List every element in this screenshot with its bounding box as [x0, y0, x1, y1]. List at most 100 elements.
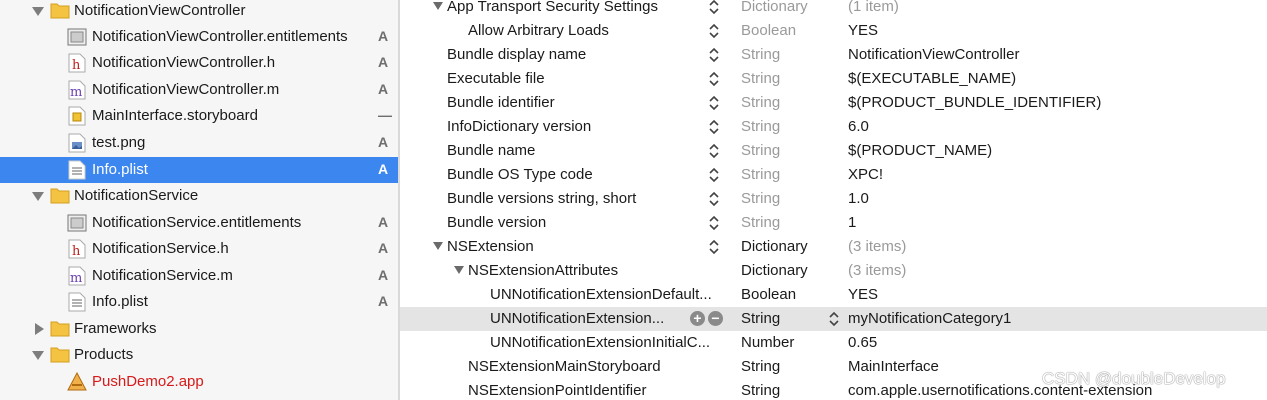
plist-row[interactable]: Bundle identifier String $(PRODUCT_BUNDL… [400, 91, 1267, 115]
nav-item-file[interactable]: Info.plist A [0, 289, 398, 315]
svg-text:h: h [72, 244, 81, 259]
remove-row-button[interactable]: − [708, 311, 723, 326]
key-stepper-icon[interactable] [707, 238, 721, 256]
project-navigator: NotificationViewController NotificationV… [0, 0, 398, 400]
disclosure-open-icon[interactable] [433, 242, 443, 252]
watermark: CSDN @doubleDevelop [1042, 369, 1226, 388]
nav-item-label: Info.plist [92, 293, 148, 310]
plist-value[interactable]: MainInterface [848, 358, 939, 375]
plist-type: Dictionary [741, 0, 808, 15]
disclosure-open-icon[interactable] [433, 2, 443, 12]
disclosure-open-icon[interactable] [32, 349, 44, 361]
plist-row[interactable]: InfoDictionary version String 6.0 [400, 115, 1267, 139]
plist-row[interactable]: NSExtensionAttributes Dictionary (3 item… [400, 259, 1267, 283]
key-stepper-icon[interactable] [707, 94, 721, 112]
plist-row[interactable]: Allow Arbitrary Loads Boolean YES [400, 19, 1267, 43]
scm-status-badge: A [378, 81, 389, 97]
svg-text:m: m [70, 85, 82, 100]
plist-row[interactable]: Bundle version String 1 [400, 211, 1267, 235]
entitlements-file-icon [67, 27, 87, 47]
svg-text:h: h [72, 58, 81, 73]
nav-item-file[interactable]: NotificationService.entitlements A [0, 210, 398, 236]
nav-item-label: NotificationViewController.h [92, 54, 276, 71]
nav-group-notificationviewcontroller[interactable]: NotificationViewController [0, 0, 398, 24]
key-stepper-icon[interactable] [707, 22, 721, 40]
disclosure-closed-icon[interactable] [33, 323, 45, 335]
nav-item-label: Frameworks [74, 320, 157, 337]
nav-item-file[interactable]: test.png A [0, 130, 398, 156]
plist-key: UNNotificationExtensionInitialC... [490, 334, 711, 351]
entitlements-file-icon [67, 213, 87, 233]
plist-value[interactable]: $(EXECUTABLE_NAME) [848, 70, 1016, 87]
add-row-button[interactable]: + [690, 311, 705, 326]
plist-value[interactable]: YES [848, 286, 878, 303]
plist-key: App Transport Security Settings [447, 0, 658, 15]
plist-value[interactable]: NotificationViewController [848, 46, 1019, 63]
plist-row[interactable]: Bundle display name String NotificationV… [400, 43, 1267, 67]
plist-key: Allow Arbitrary Loads [468, 22, 609, 39]
plist-value[interactable]: $(PRODUCT_BUNDLE_IDENTIFIER) [848, 94, 1101, 111]
plist-row[interactable]: Bundle versions string, short String 1.0 [400, 187, 1267, 211]
nav-item-label: NotificationViewController.m [92, 81, 280, 98]
nav-item-file[interactable]: m NotificationViewController.m A [0, 77, 398, 103]
key-stepper-icon[interactable] [707, 0, 721, 16]
type-stepper-icon[interactable] [827, 310, 841, 328]
plist-value[interactable]: $(PRODUCT_NAME) [848, 142, 992, 159]
key-stepper-icon[interactable] [707, 214, 721, 232]
key-stepper-icon[interactable] [707, 70, 721, 88]
folder-icon [50, 345, 70, 365]
nav-group-products[interactable]: Products [0, 342, 398, 368]
plist-value[interactable]: XPC! [848, 166, 883, 183]
plist-row-selected[interactable]: UNNotificationExtension... + − String my… [400, 307, 1267, 331]
plist-value[interactable]: myNotificationCategory1 [848, 310, 1011, 327]
plist-key: NSExtensionAttributes [468, 262, 619, 279]
nav-item-product[interactable]: PushDemo2.app [0, 369, 398, 395]
nav-group-frameworks[interactable]: Frameworks [0, 316, 398, 342]
plist-type: Number [741, 334, 795, 351]
scm-status-badge: A [378, 293, 389, 309]
nav-item-file-selected[interactable]: Info.plist A [0, 157, 398, 183]
nav-item-label: MainInterface.storyboard [92, 107, 258, 124]
key-stepper-icon[interactable] [707, 190, 721, 208]
implementation-file-icon: m [68, 80, 88, 100]
plist-key: Bundle identifier [447, 94, 555, 111]
nav-item-file[interactable]: m NotificationService.m A [0, 263, 398, 289]
plist-file-icon [68, 160, 88, 180]
plist-value: (3 items) [848, 238, 907, 255]
plist-type: String [741, 310, 781, 327]
scm-status-badge: A [378, 240, 389, 256]
plist-type: String [741, 46, 781, 63]
plist-row[interactable]: UNNotificationExtensionDefault... Boolea… [400, 283, 1267, 307]
nav-item-file[interactable]: h NotificationService.h A [0, 236, 398, 262]
plist-row[interactable]: Executable file String $(EXECUTABLE_NAME… [400, 67, 1267, 91]
plist-row[interactable]: Bundle name String $(PRODUCT_NAME) [400, 139, 1267, 163]
key-stepper-icon[interactable] [707, 142, 721, 160]
plist-file-icon [68, 292, 88, 312]
key-stepper-icon[interactable] [707, 46, 721, 64]
disclosure-open-icon[interactable] [32, 5, 44, 17]
plist-key: UNNotificationExtensionDefault... [490, 286, 712, 303]
disclosure-open-icon[interactable] [32, 190, 44, 202]
plist-value: (1 item) [848, 0, 899, 15]
key-stepper-icon[interactable] [707, 166, 721, 184]
plist-type: String [741, 118, 781, 135]
disclosure-open-icon[interactable] [454, 266, 464, 276]
nav-group-notificationservice[interactable]: NotificationService [0, 183, 398, 209]
nav-item-file[interactable]: MainInterface.storyboard — [0, 103, 398, 129]
nav-item-label: NotificationService [74, 187, 199, 204]
key-stepper-icon[interactable] [707, 118, 721, 136]
plist-row[interactable]: Bundle OS Type code String XPC! [400, 163, 1267, 187]
plist-value[interactable]: 1.0 [848, 190, 869, 207]
plist-row[interactable]: NSExtension Dictionary (3 items) [400, 235, 1267, 259]
plist-row[interactable]: App Transport Security Settings Dictiona… [400, 0, 1267, 19]
plist-key: NSExtensionPointIdentifier [468, 382, 647, 399]
plist-value[interactable]: 0.65 [848, 334, 877, 351]
nav-item-file[interactable]: h NotificationViewController.h A [0, 50, 398, 76]
plist-value[interactable]: 1 [848, 214, 856, 231]
nav-item-file[interactable]: NotificationViewController.entitlements … [0, 24, 398, 50]
plist-editor: App Transport Security Settings Dictiona… [400, 0, 1267, 400]
plist-value[interactable]: YES [848, 22, 878, 39]
plist-row[interactable]: UNNotificationExtensionInitialC... Numbe… [400, 331, 1267, 355]
scm-status-badge: A [378, 134, 389, 150]
plist-value[interactable]: 6.0 [848, 118, 869, 135]
